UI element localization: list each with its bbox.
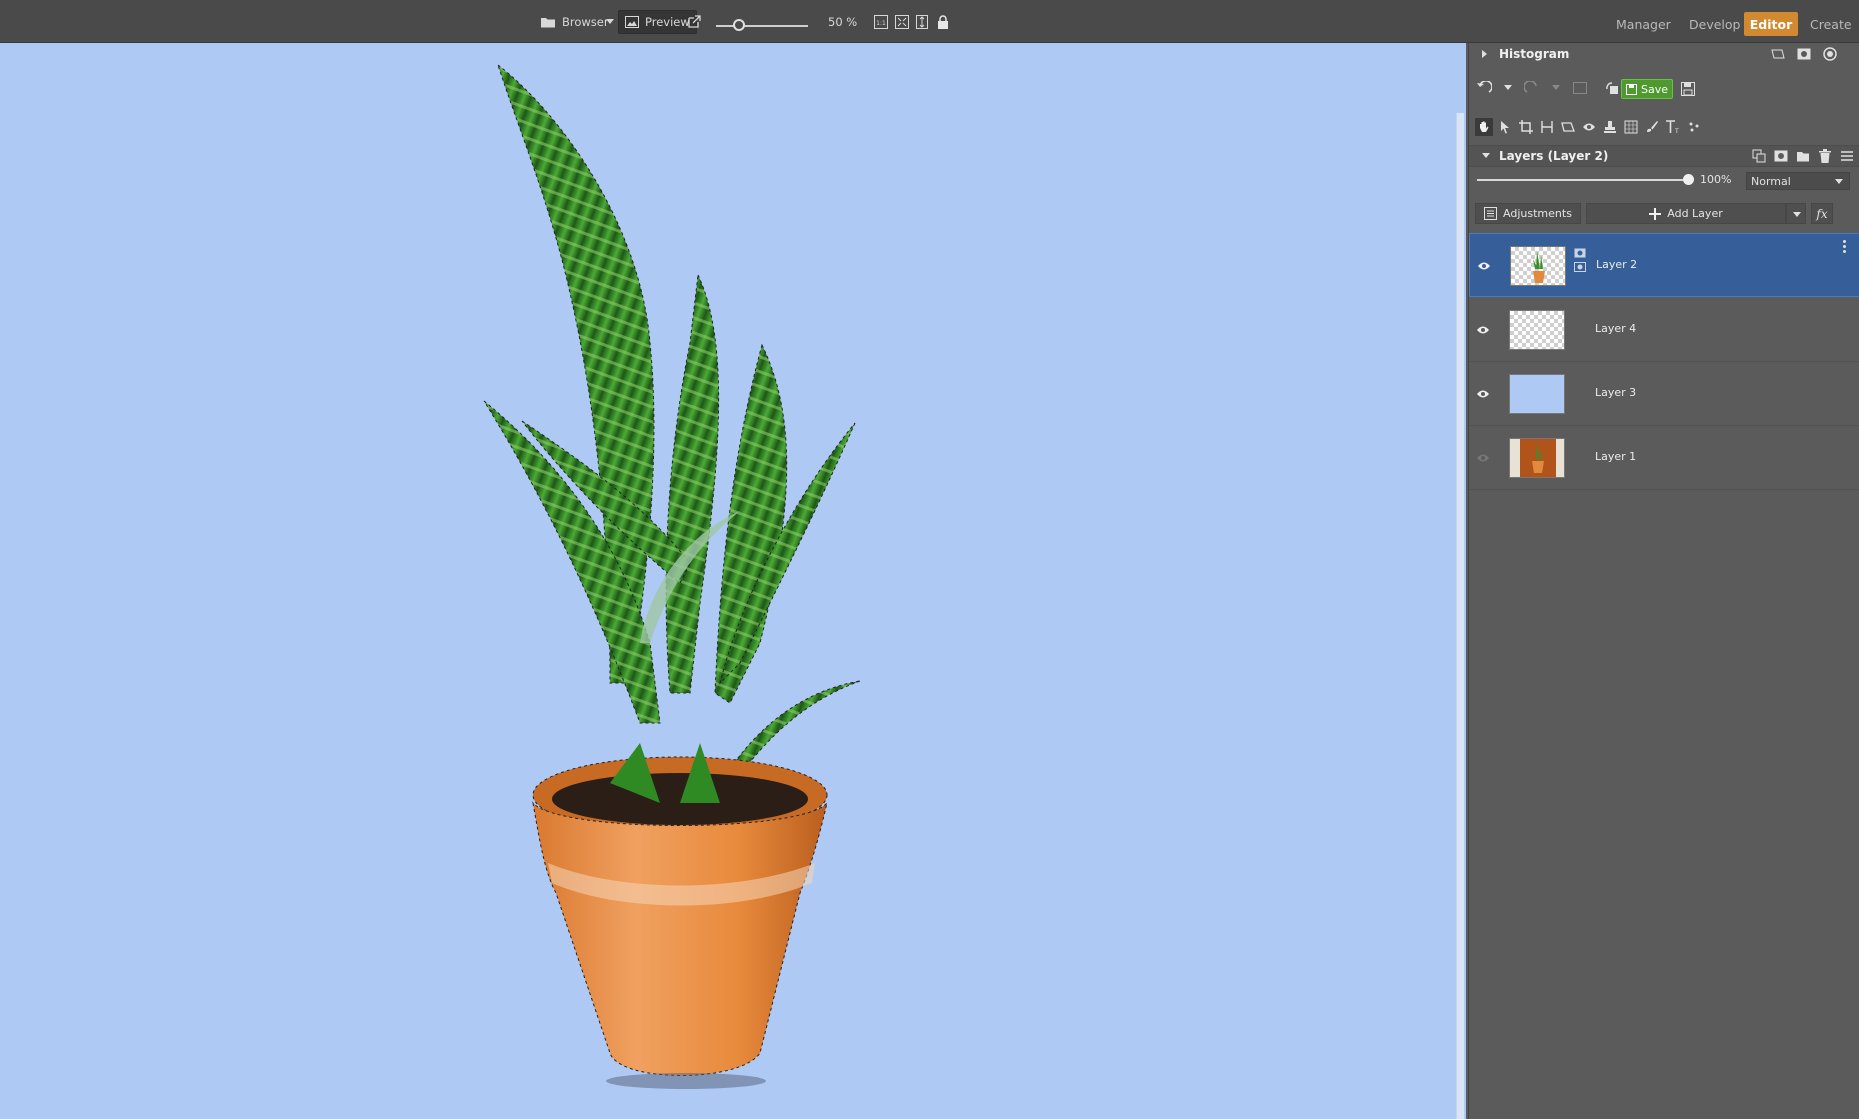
fit-screen-icon[interactable]: [895, 0, 909, 43]
fit-height-icon[interactable]: [916, 0, 928, 43]
right-panel: Histogram Save T Layers (Layer 2) 100% N…: [1468, 43, 1859, 1119]
opacity-slider-handle[interactable]: [1683, 174, 1694, 185]
straighten-tool-icon[interactable]: [1538, 118, 1556, 136]
layer-name: Layer 2: [1596, 258, 1638, 271]
histogram-tools: [1769, 45, 1839, 63]
adjustments-icon: [1484, 207, 1498, 220]
adjustments-label: Adjustments: [1503, 207, 1572, 220]
preview-button[interactable]: Preview: [618, 10, 697, 34]
layers-menu-icon[interactable]: [1838, 147, 1856, 165]
delete-layer-icon[interactable]: [1816, 147, 1834, 165]
layer-thumbnail: [1509, 374, 1565, 414]
layer-thumbnail: [1509, 310, 1565, 350]
effects-tool-icon[interactable]: [1685, 118, 1703, 136]
browser-label: Browser: [562, 14, 609, 29]
layer-row[interactable]: Layer 2: [1469, 233, 1859, 297]
histogram-title: Histogram: [1499, 47, 1570, 61]
tab-editor[interactable]: Editor: [1744, 12, 1798, 36]
svg-text:T: T: [1674, 128, 1679, 134]
layer-row[interactable]: Layer 3: [1469, 362, 1859, 426]
redo-dropdown-icon[interactable]: [1547, 79, 1565, 97]
tab-develop[interactable]: Develop: [1679, 12, 1750, 36]
layer-name: Layer 3: [1595, 386, 1637, 399]
browser-button[interactable]: Browser: [540, 0, 609, 43]
mask-view-icon[interactable]: [1795, 45, 1813, 63]
clone-stamp-icon[interactable]: [1601, 118, 1619, 136]
rotate-left-icon[interactable]: [1603, 79, 1621, 97]
layer-mask-icon[interactable]: [1772, 147, 1790, 165]
zoom-slider-handle[interactable]: [733, 19, 745, 31]
add-layer-dropdown[interactable]: [1786, 203, 1806, 224]
mask-icon: [1574, 262, 1586, 272]
browser-dropdown-icon[interactable]: [606, 0, 614, 43]
layer-name: Layer 4: [1595, 322, 1637, 335]
eye-icon[interactable]: [1475, 386, 1491, 402]
add-layer-label: Add Layer: [1667, 207, 1723, 220]
history-image-icon[interactable]: [1571, 79, 1589, 97]
crop-tool-icon[interactable]: [1517, 118, 1535, 136]
redo-icon[interactable]: [1523, 79, 1541, 97]
folder-icon: [541, 17, 555, 27]
mask-icon: [1574, 248, 1586, 258]
save-icon: [1625, 83, 1637, 95]
canvas-scrollbar[interactable]: [1456, 113, 1464, 1119]
chevron-down-icon: [1482, 153, 1490, 158]
zoom-slider-track[interactable]: [716, 25, 808, 27]
top-toolbar: Browser Preview 50 % 1:1 Manager Develop…: [0, 0, 1859, 43]
save-as-icon[interactable]: [1679, 80, 1697, 98]
layer-name: Layer 1: [1595, 450, 1637, 463]
chevron-down-icon: [1835, 179, 1843, 184]
transform-tool-icon[interactable]: [1622, 118, 1640, 136]
svg-text:1:1: 1:1: [876, 20, 886, 27]
open-external-icon[interactable]: [687, 0, 701, 43]
layer-group-icon[interactable]: [1794, 147, 1812, 165]
opacity-slider-track[interactable]: [1477, 179, 1689, 181]
undo-icon[interactable]: [1475, 79, 1493, 97]
layer-mask-indicators: [1574, 248, 1586, 272]
plant-image: [483, 63, 861, 1089]
plus-icon: [1649, 207, 1662, 220]
fx-button[interactable]: fx: [1811, 203, 1833, 224]
tab-create[interactable]: Create: [1800, 12, 1859, 36]
preview-label: Preview: [645, 15, 690, 29]
eye-icon[interactable]: [1475, 322, 1491, 338]
blend-mode-select[interactable]: Normal: [1746, 172, 1850, 190]
adjustments-button[interactable]: Adjustments: [1475, 203, 1581, 224]
opacity-value: 100%: [1700, 173, 1732, 186]
hand-tool-icon[interactable]: [1475, 118, 1493, 136]
image-icon: [625, 16, 639, 28]
zoom-level: 50 %: [828, 14, 858, 29]
layers-tools: [1750, 147, 1856, 165]
edit-tools: T: [1475, 118, 1703, 136]
history-tools: [1475, 79, 1645, 97]
layer-row[interactable]: Layer 1: [1469, 426, 1859, 490]
layer-thumbnail: [1509, 438, 1565, 478]
select-tool-icon[interactable]: [1496, 118, 1514, 136]
perspective-tool-icon[interactable]: [1559, 118, 1577, 136]
red-eye-tool-icon[interactable]: [1580, 118, 1598, 136]
text-tool-icon[interactable]: T: [1664, 118, 1682, 136]
add-layer-button[interactable]: Add Layer: [1586, 203, 1786, 224]
eye-hidden-icon[interactable]: [1475, 450, 1491, 466]
chevron-right-icon: [1482, 50, 1487, 58]
lock-icon[interactable]: [937, 0, 949, 43]
layer-options-icon[interactable]: [1843, 240, 1847, 253]
duplicate-layer-icon[interactable]: [1750, 147, 1768, 165]
brush-tool-icon[interactable]: [1643, 118, 1661, 136]
target-icon[interactable]: [1821, 45, 1839, 63]
blend-mode-value: Normal: [1751, 174, 1791, 188]
layer-thumbnail: [1510, 246, 1566, 286]
eye-icon[interactable]: [1476, 258, 1492, 274]
save-button[interactable]: Save: [1621, 79, 1673, 99]
actual-size-icon[interactable]: 1:1: [874, 0, 888, 43]
layer-row[interactable]: Layer 4: [1469, 298, 1859, 362]
layers-title: Layers (Layer 2): [1499, 149, 1609, 163]
save-label: Save: [1640, 82, 1668, 96]
image-canvas[interactable]: [0, 43, 1466, 1119]
tab-manager[interactable]: Manager: [1606, 12, 1681, 36]
undo-dropdown-icon[interactable]: [1499, 79, 1517, 97]
crop-view-icon[interactable]: [1769, 45, 1787, 63]
